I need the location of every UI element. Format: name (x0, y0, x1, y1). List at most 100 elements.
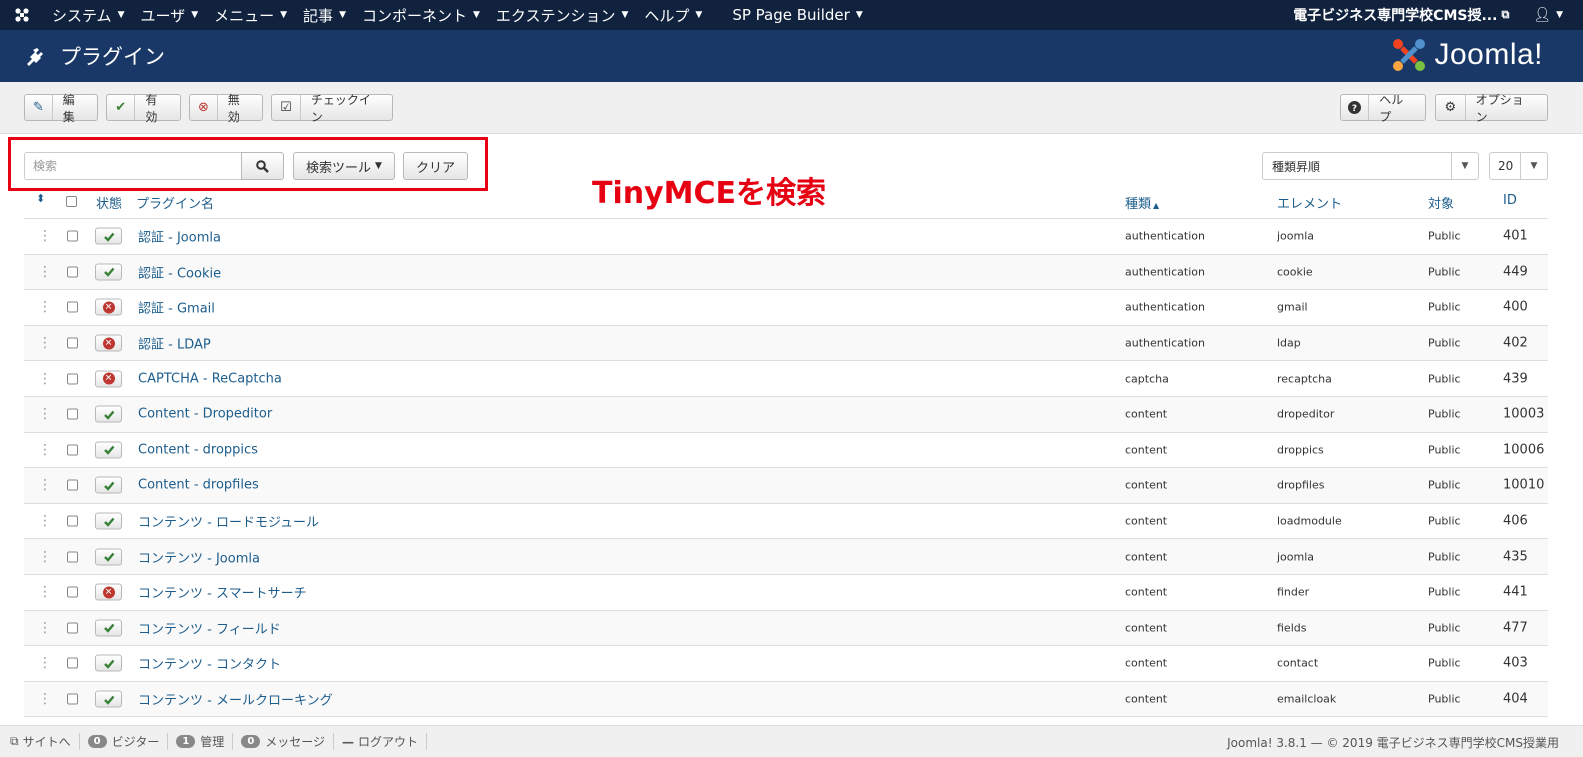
nav-menu-item[interactable]: コンポーネント ▼ (354, 0, 488, 30)
row-checkbox[interactable] (67, 622, 78, 634)
status-toggle-button[interactable] (95, 441, 122, 459)
ordering-sort-icon[interactable]: ⬍ (36, 192, 45, 205)
drag-handle-icon[interactable]: ⋮ (38, 300, 52, 314)
view-site-link[interactable]: ⧉ サイトへ (0, 733, 80, 750)
admins-link[interactable]: 1 管理 (168, 733, 234, 750)
plugin-element: dropeditor (1277, 407, 1335, 421)
status-toggle-button[interactable] (95, 512, 122, 530)
plugin-name-link[interactable]: CAPTCHA - ReCaptcha (138, 371, 282, 386)
row-checkbox[interactable] (67, 551, 78, 563)
row-checkbox[interactable] (67, 266, 78, 278)
row-checkbox[interactable] (67, 586, 78, 598)
logout-link[interactable]: — ログアウト (334, 733, 428, 750)
site-link[interactable]: 電子ビジネス専門学校CMS授... ⧉ (1279, 5, 1523, 25)
status-toggle-button[interactable] (95, 619, 122, 637)
status-toggle-button[interactable]: ✕ (95, 298, 122, 316)
plugin-name-link[interactable]: 認証 - Cookie (138, 262, 221, 281)
drag-handle-icon[interactable]: ⋮ (38, 478, 52, 492)
plugin-element: contact (1277, 656, 1319, 670)
plugin-name-link[interactable]: コンテンツ - ロードモジュール (138, 512, 319, 531)
status-toggle-button[interactable] (95, 476, 122, 494)
drag-handle-icon[interactable]: ⋮ (38, 514, 52, 528)
drag-handle-icon[interactable]: ⋮ (38, 372, 52, 386)
column-name[interactable]: プラグイン名 (136, 193, 214, 212)
status-toggle-button[interactable]: ✕ (95, 334, 122, 352)
status-toggle-button[interactable] (95, 548, 122, 566)
table-row: ⋮ コンテンツ - ロードモジュール content loadmodule Public… (24, 504, 1548, 540)
help-button[interactable]: ? ヘルプ (1340, 93, 1426, 124)
nav-menu-item[interactable]: メニュー ▼ (206, 0, 295, 30)
status-toggle-button[interactable] (95, 654, 122, 672)
status-toggle-button[interactable] (95, 227, 122, 245)
visitors-link[interactable]: 0 ビジター (80, 733, 169, 750)
options-button[interactable]: ⚙ オプション (1435, 93, 1548, 124)
drag-handle-icon[interactable]: ⋮ (38, 585, 52, 599)
disable-button[interactable]: ⊗ 無効 (189, 93, 263, 124)
row-checkbox[interactable] (67, 373, 78, 385)
plugin-name-link[interactable]: 認証 - LDAP (138, 334, 211, 353)
row-checkbox[interactable] (67, 657, 78, 669)
plugin-name-link[interactable]: コンテンツ - Joomla (138, 547, 260, 566)
column-access[interactable]: 対象 (1428, 193, 1454, 212)
plugin-name-link[interactable]: コンテンツ - コンタクト (138, 654, 281, 673)
nav-menu-item[interactable]: ヘルプ ▼ (636, 0, 710, 30)
user-menu[interactable]: 👤︎ ▼ (1523, 7, 1583, 23)
drag-handle-icon[interactable]: ⋮ (38, 336, 52, 350)
drag-handle-icon[interactable]: ⋮ (38, 621, 52, 635)
nav-menu-item[interactable]: システム ▼ (44, 0, 132, 30)
sort-select[interactable]: 種類昇順 ▼ (1262, 152, 1479, 180)
status-toggle-button[interactable]: ✕ (95, 583, 122, 601)
status-toggle-button[interactable] (95, 263, 122, 281)
nav-menu-item[interactable]: エクステンション ▼ (488, 0, 636, 30)
annotation-highlight-box (8, 137, 488, 191)
drag-handle-icon[interactable]: ⋮ (38, 443, 52, 457)
column-folder[interactable]: 種類 ▲ (1125, 193, 1159, 212)
plugin-name-link[interactable]: コンテンツ - メールクローキング (138, 690, 333, 709)
nav-menu-item[interactable]: SP Page Builder ▼ (724, 0, 870, 30)
plugin-access: Public (1428, 229, 1461, 243)
messages-link[interactable]: 0 メッセージ (233, 733, 335, 750)
svg-text:?: ? (1352, 104, 1357, 114)
joomla-logo: Joomla! (1390, 36, 1543, 74)
plugin-name-link[interactable]: Content - Dropeditor (138, 407, 272, 422)
plugin-name-link[interactable]: Content - dropfiles (138, 478, 259, 493)
drag-handle-icon[interactable]: ⋮ (38, 407, 52, 421)
row-checkbox[interactable] (67, 515, 78, 527)
plugin-access: Public (1428, 621, 1461, 635)
row-checkbox[interactable] (67, 408, 78, 420)
plugin-name-link[interactable]: 認証 - Joomla (138, 227, 221, 246)
nav-menu-item[interactable]: ユーザ ▼ (132, 0, 206, 30)
drag-handle-icon[interactable]: ⋮ (38, 550, 52, 564)
row-checkbox[interactable] (67, 444, 78, 456)
row-checkbox[interactable] (67, 230, 78, 242)
drag-handle-icon[interactable]: ⋮ (38, 229, 52, 243)
status-toggle-button[interactable] (95, 690, 122, 708)
plugin-name-link[interactable]: Content - droppics (138, 442, 258, 457)
plugin-element: gmail (1277, 300, 1308, 314)
joomla-menu-icon[interactable] (0, 0, 44, 30)
drag-handle-icon[interactable]: ⋮ (38, 692, 52, 706)
caret-down-icon: ▼ (339, 10, 346, 20)
edit-button[interactable]: ✎ 編集 (24, 93, 98, 124)
column-id[interactable]: ID (1503, 193, 1517, 208)
plugin-name-link[interactable]: コンテンツ - スマートサーチ (138, 583, 307, 602)
chevron-down-icon: ▼ (1556, 10, 1563, 20)
row-checkbox[interactable] (67, 693, 78, 705)
status-toggle-button[interactable]: ✕ (95, 370, 122, 388)
select-all-checkbox[interactable] (66, 196, 77, 207)
plugin-name-link[interactable]: コンテンツ - フィールド (138, 618, 281, 637)
row-checkbox[interactable] (67, 301, 78, 313)
column-status[interactable]: 状態 (96, 193, 122, 212)
plugin-name-link[interactable]: 認証 - Gmail (138, 298, 215, 317)
enable-button[interactable]: ✔ 有効 (106, 93, 181, 124)
drag-handle-icon[interactable]: ⋮ (38, 656, 52, 670)
plugin-access: Public (1428, 692, 1461, 706)
drag-handle-icon[interactable]: ⋮ (38, 265, 52, 279)
row-checkbox[interactable] (67, 337, 78, 349)
column-element[interactable]: エレメント (1277, 193, 1342, 212)
status-toggle-button[interactable] (95, 405, 122, 423)
list-limit-select[interactable]: 20 ▼ (1489, 152, 1548, 180)
nav-menu-item[interactable]: 記事 ▼ (295, 0, 354, 30)
checkin-button[interactable]: ☑ チェックイン (271, 93, 393, 124)
row-checkbox[interactable] (67, 479, 78, 491)
